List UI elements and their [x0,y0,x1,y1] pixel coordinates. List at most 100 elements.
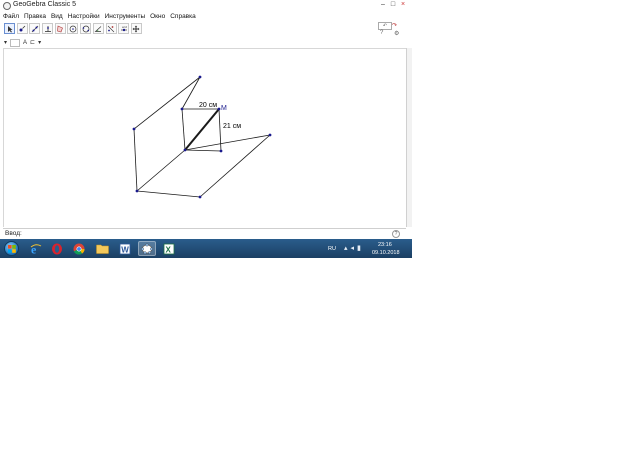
geogebra-icon [141,243,153,254]
plane-edge-upper[interactable] [181,76,201,110]
screen: GeoGebra Classic 5 – □ × Файл Правка Вид… [0,0,412,258]
perpendicular-icon [44,25,51,32]
segment-length-label-20[interactable]: 20 см [199,102,217,109]
opera-taskbar-button[interactable] [48,241,66,256]
redo-button[interactable]: ↷ [392,22,397,29]
polygon-icon [57,25,64,32]
point-g[interactable] [217,107,221,111]
plane-edge-right[interactable] [199,134,271,198]
projection-right[interactable] [218,108,222,152]
menu-window[interactable]: Окно [147,12,167,22]
line-icon [31,25,39,32]
chrome-icon [73,243,85,255]
move-view-icon [132,25,140,32]
point-e[interactable] [268,133,272,137]
graphics-view[interactable]: 20 см 21 см M [3,48,406,227]
explorer-taskbar-button[interactable] [93,241,111,256]
point-a[interactable] [198,75,202,79]
point-i[interactable] [219,149,223,153]
system-tray: RU ▴◂▮ 23:16 09.10.2018 [322,239,412,258]
input-field[interactable] [25,230,385,236]
word-taskbar-button[interactable]: W [116,241,134,256]
plane-edge-back[interactable] [184,134,271,151]
point-c[interactable] [135,189,139,193]
settings-gear-icon[interactable]: ⚙ [394,30,399,37]
menu-bar: Файл Правка Вид Настройки Инструменты Ок… [0,12,412,22]
plane-edge-bottom[interactable] [136,190,201,198]
plane-edge-top[interactable] [133,76,201,130]
point-label-m[interactable]: M [221,105,227,112]
angle-icon [94,25,102,32]
stylebar-toggle-icon[interactable]: ▾ [4,39,7,46]
reflect-tool-button[interactable] [105,23,117,34]
start-button[interactable] [4,241,19,256]
language-indicator[interactable]: RU [328,246,336,252]
excel-taskbar-button[interactable]: X [160,241,178,256]
point-d[interactable] [198,195,202,199]
move-tool-button[interactable] [4,23,15,34]
point-icon [19,25,26,31]
menu-view[interactable]: Вид [48,12,65,22]
angle-tool-button[interactable] [92,23,104,34]
help-icon[interactable]: ? [380,30,383,36]
line-style-icon[interactable]: ⊏ [30,39,35,46]
window-title: GeoGebra Classic 5 [13,1,77,8]
menu-file[interactable]: Файл [0,12,21,22]
menu-help[interactable]: Справка [167,12,198,22]
text-tool-icon[interactable]: A [23,40,27,46]
stylebar-dropdown-icon[interactable]: ▾ [38,39,41,46]
slider-icon: a=2 [120,25,127,31]
point-f[interactable] [180,107,184,111]
svg-text:a=2: a=2 [122,25,127,29]
undo-button[interactable]: ↶ [378,22,392,30]
title-bar: GeoGebra Classic 5 – □ × [0,0,412,12]
slider-tool-button[interactable]: a=2 [118,23,130,34]
ie-icon: e [30,243,42,255]
segment-hm[interactable] [184,108,220,151]
segment-length-label-21[interactable]: 21 см [223,123,241,130]
clock-date[interactable]: 09.10.2018 [372,250,400,256]
circle-points-icon [82,25,89,32]
clock-time[interactable]: 23:16 [378,242,392,248]
line-tool-button[interactable] [29,23,41,34]
maximize-button[interactable]: □ [388,1,398,9]
close-button[interactable]: × [398,1,408,9]
folder-icon [95,244,109,254]
input-help-icon[interactable]: ? [392,230,400,238]
projection-left[interactable] [181,108,186,151]
chrome-taskbar-button[interactable] [70,241,88,256]
opera-icon [52,243,62,254]
move-graphics-view-tool-button[interactable] [130,23,142,34]
ie-taskbar-button[interactable]: e [27,241,45,256]
input-bar: Ввод: ? [3,228,406,238]
polygon-tool-button[interactable] [54,23,66,34]
style-bar: ▾ A ⊏ ▾ [4,38,44,47]
geogebra-icon [3,2,11,10]
cursor-arrow-icon [7,25,12,32]
menu-tools[interactable]: Инструменты [102,12,148,22]
window-controls: – □ × [378,1,408,9]
diagram-points [132,75,272,199]
projection-bottom[interactable] [184,149,222,152]
point-h[interactable] [183,148,187,152]
svg-text:W: W [121,245,129,254]
perpendicular-line-tool-button[interactable] [42,23,54,34]
menu-edit[interactable]: Правка [21,12,48,22]
toolbar: a=2 [4,23,144,37]
circle-tool-button[interactable] [67,23,79,34]
color-swatch[interactable] [10,38,21,47]
geogebra-taskbar-button[interactable] [138,241,156,256]
geometry-diagram[interactable]: 20 см 21 см M [4,49,407,228]
plane-edge-left[interactable] [133,128,138,192]
diagram-lines [133,76,271,198]
toolbar-controls: ↶ ↷ ? ⚙ [376,22,406,38]
tray-icons[interactable]: ▴◂▮ [344,244,364,252]
point-tool-button[interactable] [16,23,28,34]
point-b[interactable] [132,127,136,131]
plane-edge-fold[interactable] [136,149,186,192]
vertical-scrollbar[interactable] [406,48,412,227]
circle-three-points-tool-button[interactable] [80,23,92,34]
menu-settings[interactable]: Настройки [65,12,102,22]
reflect-icon [107,25,115,32]
minimize-button[interactable]: – [378,1,388,9]
